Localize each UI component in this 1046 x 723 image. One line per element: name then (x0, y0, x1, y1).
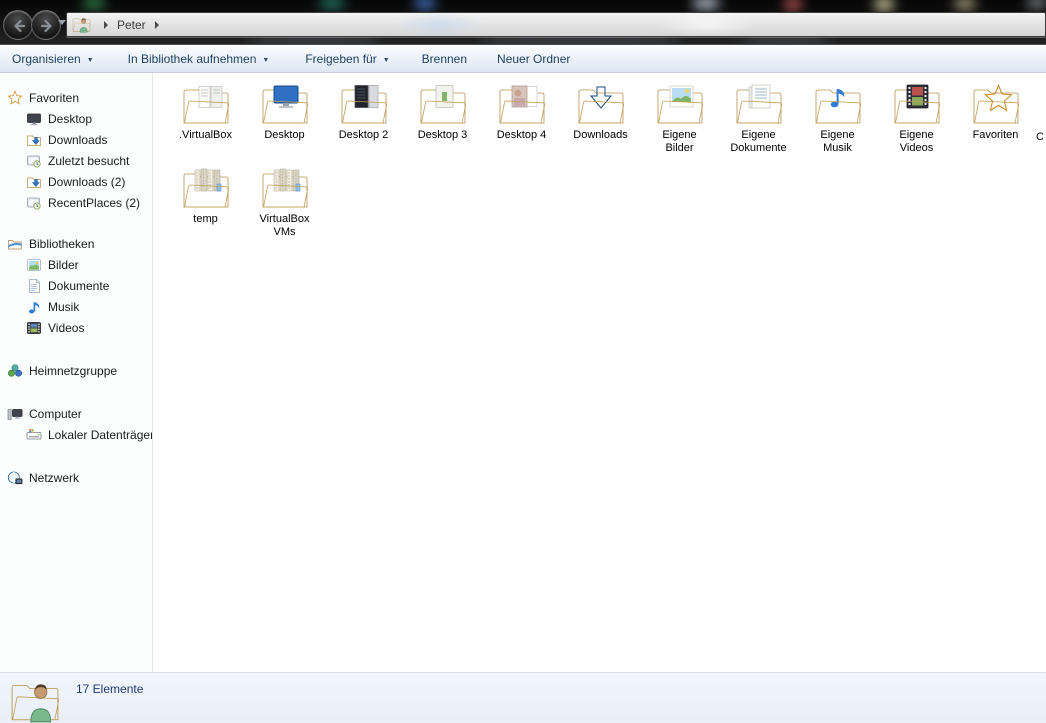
new-folder-button[interactable]: Neuer Ordner (497, 52, 570, 66)
sidebar-item-lokaler-datentraeger[interactable]: Lokaler Datenträger (0, 424, 152, 445)
share-with-button[interactable]: Freigeben für (305, 52, 389, 66)
folder-full-papers-icon (261, 167, 309, 211)
sidebar-item-bilder[interactable]: Bilder (0, 254, 152, 275)
folder-dark-window-icon (340, 83, 388, 127)
folder-item-eigene-videos[interactable]: Eigene Videos (877, 83, 956, 167)
folder-item-eigene-dokumente[interactable]: Eigene Dokumente (719, 83, 798, 167)
clipped-folder-label-fragment[interactable]: C (1036, 131, 1044, 143)
homegroup-icon (7, 363, 23, 379)
arrow-left-icon (9, 16, 29, 36)
include-in-library-button[interactable]: In Bibliothek aufnehmen (128, 52, 270, 66)
back-button[interactable] (3, 10, 33, 40)
recent-places-icon (26, 153, 42, 169)
organize-button[interactable]: Organisieren (12, 52, 94, 66)
navigation-pane: Favoriten Desktop Downloads Zuletzt besu… (0, 73, 153, 672)
forward-button[interactable] (31, 10, 61, 40)
sidebar-section-computer[interactable]: Computer (0, 403, 152, 424)
folder-item-eigene-bilder[interactable]: Eigene Bilder (640, 83, 719, 167)
explorer-window: Peter Organisieren In Bibliothek aufnehm… (0, 0, 1046, 723)
user-folder-icon (10, 678, 60, 723)
folder-film-icon (893, 83, 941, 127)
computer-icon (7, 406, 23, 422)
file-grid-row-1: .VirtualBox Desktop Desktop 2 Desktop 3 … (166, 83, 1035, 167)
downloads-folder-icon (26, 174, 42, 190)
network-icon (7, 470, 23, 486)
music-icon (26, 299, 42, 315)
sidebar-section-favoriten[interactable]: Favoriten (0, 87, 152, 108)
libraries-icon (7, 236, 23, 252)
breadcrumb-location[interactable]: Peter (117, 18, 146, 32)
disk-icon (26, 427, 42, 443)
star-icon (7, 90, 23, 106)
sidebar-section-bibliotheken[interactable]: Bibliotheken (0, 233, 152, 254)
sidebar-item-zuletzt-besucht[interactable]: Zuletzt besucht (0, 150, 152, 171)
folder-item-desktop-4[interactable]: Desktop 4 (482, 83, 561, 167)
folder-star-icon (972, 83, 1020, 127)
sidebar-item-videos[interactable]: Videos (0, 317, 152, 338)
item-count: 17 Elemente (76, 682, 143, 696)
videos-icon (26, 320, 42, 336)
arrow-right-icon (37, 16, 57, 36)
sidebar-item-musik[interactable]: Musik (0, 296, 152, 317)
sidebar-section-heimnetzgruppe[interactable]: Heimnetzgruppe (0, 360, 152, 381)
pictures-icon (26, 257, 42, 273)
file-grid-row-2: temp VirtualBox VMs (166, 167, 324, 251)
folder-photo-icon (498, 83, 546, 127)
documents-icon (26, 278, 42, 294)
recent-places-icon (26, 195, 42, 211)
burn-button[interactable]: Brennen (422, 52, 467, 66)
address-bar[interactable]: Peter (66, 12, 1046, 37)
folder-item-desktop-3[interactable]: Desktop 3 (403, 83, 482, 167)
sidebar-item-downloads[interactable]: Downloads (0, 129, 152, 150)
details-pane: 17 Elemente (0, 672, 1046, 723)
folder-monitor-icon (261, 83, 309, 127)
folder-item-virtualbox-vms[interactable]: VirtualBox VMs (245, 167, 324, 251)
folder-item-temp[interactable]: temp (166, 167, 245, 251)
breadcrumb-arrow-icon[interactable] (155, 21, 159, 29)
folder-document-icon (735, 83, 783, 127)
folder-item-virtualbox[interactable]: .VirtualBox (166, 83, 245, 167)
folder-download-arrow-icon (577, 83, 625, 127)
folder-item-desktop[interactable]: Desktop (245, 83, 324, 167)
command-bar: Organisieren In Bibliothek aufnehmen Fre… (0, 44, 1046, 73)
folder-item-desktop-2[interactable]: Desktop 2 (324, 83, 403, 167)
sidebar-item-desktop[interactable]: Desktop (0, 108, 152, 129)
sidebar-section-netzwerk[interactable]: Netzwerk (0, 467, 152, 488)
folder-item-downloads[interactable]: Downloads (561, 83, 640, 167)
downloads-folder-icon (26, 132, 42, 148)
user-folder-icon (72, 16, 91, 33)
folder-picture-icon (656, 83, 704, 127)
sidebar-item-recentplaces-2[interactable]: RecentPlaces (2) (0, 192, 152, 213)
folder-item-favoriten[interactable]: Favoriten (956, 83, 1035, 167)
desktop-icon (26, 111, 42, 127)
sidebar-item-downloads-2[interactable]: Downloads (2) (0, 171, 152, 192)
folder-pages-icon (182, 83, 230, 127)
title-bar: Peter (0, 0, 1046, 44)
recent-pages-dropdown[interactable] (58, 20, 66, 25)
file-list: .VirtualBox Desktop Desktop 2 Desktop 3 … (154, 73, 1046, 672)
folder-full-papers-icon (182, 167, 230, 211)
folder-page-icon (419, 83, 467, 127)
folder-item-eigene-musik[interactable]: Eigene Musik (798, 83, 877, 167)
sidebar-item-dokumente[interactable]: Dokumente (0, 275, 152, 296)
breadcrumb-arrow-icon[interactable] (104, 21, 108, 29)
folder-music-icon (814, 83, 862, 127)
